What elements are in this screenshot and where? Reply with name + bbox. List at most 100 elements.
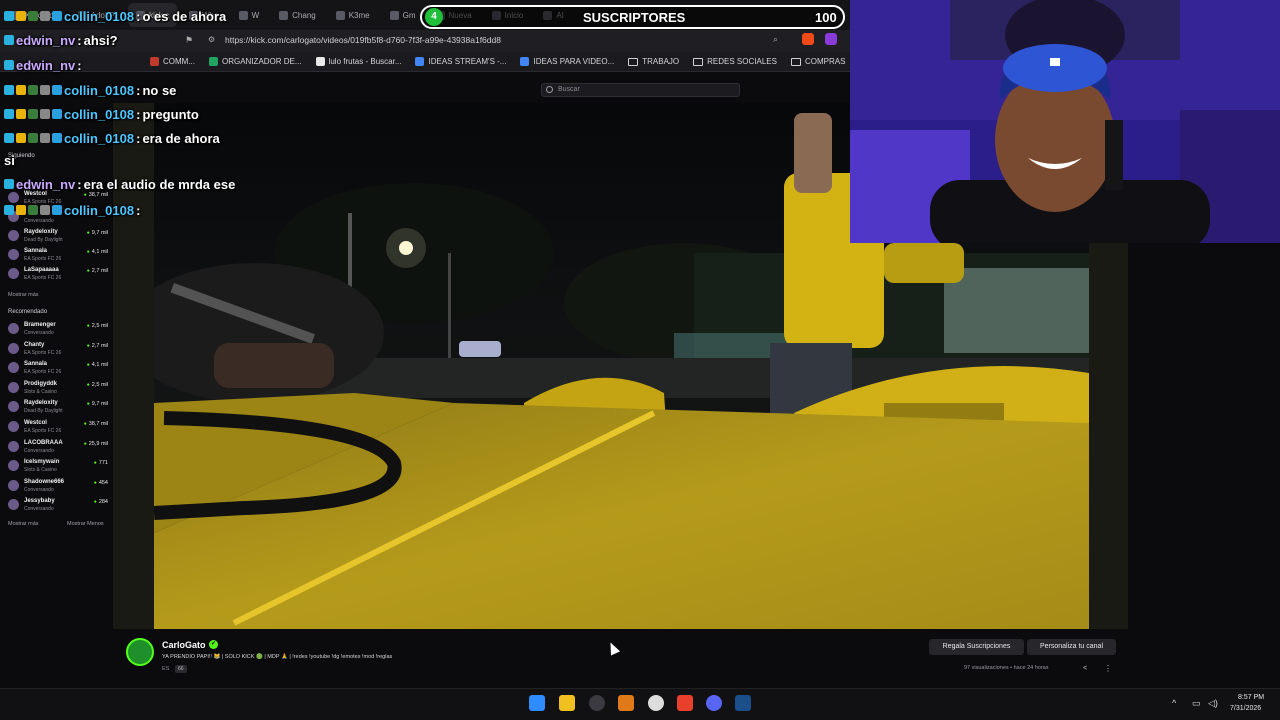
language-tag[interactable]: ES <box>162 666 169 672</box>
show-less-link[interactable]: Mostrar Menos <box>67 521 104 527</box>
channel-avatar <box>8 342 19 354</box>
show-more-link[interactable]: Mostrar más <box>8 292 39 298</box>
channel-avatar <box>8 401 19 413</box>
windows-start-icon[interactable] <box>529 695 545 711</box>
channel-avatar <box>8 230 19 241</box>
brave-shield-icon[interactable] <box>802 33 814 45</box>
sidebar-channel-item[interactable]: Westcol EA Sports FC 26 38,7 mil <box>8 419 108 437</box>
sidebar-viewer-count: 454 <box>94 480 108 486</box>
sidebar-channel-name: Sannala <box>24 361 48 368</box>
bookmark-item[interactable]: ORGANIZADOR DE... <box>209 57 302 66</box>
channel-avatar <box>8 381 19 393</box>
bookmark-item[interactable]: lulo frutas - Buscar... <box>315 57 401 66</box>
sidebar: Siguiendo Westcol EA Sports FC 26 38,7 mil C… <box>0 145 113 535</box>
browser-tab[interactable]: Whe <box>181 3 226 27</box>
browser-tab[interactable]: Chang <box>271 3 324 27</box>
bookmark-item[interactable]: COMM... <box>150 57 195 66</box>
sidebar-channel-item[interactable]: IcelsmywainSlots & Casino 771 <box>8 458 108 476</box>
browser-tab[interactable]: Kick Vids <box>4 3 66 27</box>
sidebar-channel-item[interactable]: RaydeloxityDead By Daylight9,7 mil <box>8 399 108 417</box>
gift-subs-button[interactable]: Regala Suscripciones <box>929 639 1024 655</box>
share-icon[interactable]: < <box>1083 665 1087 672</box>
sidebar-channel-item[interactable]: Westcol EA Sports FC 26 38,7 mil <box>8 190 108 208</box>
sidebar-channel-name: Icelsmywain <box>24 459 60 466</box>
sidebar-channel-item[interactable]: RaydeloxityDead By Daylight9,7 mil <box>8 228 108 246</box>
app-icon[interactable] <box>618 695 634 711</box>
sidebar-channel-item[interactable]: LaSapaaaaa EA Sports FC 26 2,7 mil <box>8 266 108 284</box>
sidebar-viewer-count: 9,7 mil <box>87 230 108 236</box>
bookmark-item[interactable]: IDEAS PARA VIDEO... <box>520 57 614 66</box>
channel-avatar <box>8 323 19 334</box>
sidebar-section-title: Recomendado <box>8 309 48 315</box>
sidebar-viewer-count: 771 <box>94 460 108 466</box>
clock-time[interactable]: 8:57 PM <box>1238 694 1264 701</box>
browser-tab[interactable]: K3me <box>328 3 378 27</box>
sidebar-channel-item[interactable]: LACOBRAAAConversando 25,9 mil <box>8 439 108 457</box>
channel-avatar <box>8 249 19 260</box>
network-icon[interactable]: ▭ <box>1192 698 1201 709</box>
sidebar-channel-item[interactable]: Bramenger Conversando 2,5 mil <box>8 321 108 339</box>
sidebar-channel-item[interactable]: ChantyEA Sports FC 26 2,7 mil <box>8 341 108 359</box>
address-bar[interactable]: ⚑ ⚙ https://kick.com/carlogato/videos/01… <box>0 30 850 52</box>
bookmark-item[interactable]: REDES SOCIALES <box>693 57 777 66</box>
channel-avatar <box>8 460 19 472</box>
bookmark-star-icon[interactable]: ⚑ <box>185 35 193 46</box>
browser-tab[interactable]: AdobFi <box>70 3 124 27</box>
bookmark-label: ORGANIZADOR DE... <box>222 57 302 66</box>
tab-favicon-icon <box>335 10 345 20</box>
sidebar-channel-category: Dead By Daylight <box>24 237 63 243</box>
sidebar-channel-name: Prodigyddk <box>24 380 58 387</box>
obs-icon[interactable] <box>589 695 605 711</box>
clock-date[interactable]: 7/31/2026 <box>1230 705 1261 712</box>
bookmark-label: COMM... <box>163 57 195 66</box>
sidebar-viewer-count: 9,7 mil <box>87 401 108 407</box>
sidebar-channel-item[interactable]: Shadowne666Conversando 454 <box>8 478 108 496</box>
sidebar-channel-item[interactable]: JessybabyConversando 284 <box>8 497 108 515</box>
channel-name[interactable]: CarloGato <box>162 640 206 650</box>
sidebar-channel-item[interactable]: SannalaEA Sports FC 264,1 mil <box>8 360 108 378</box>
tag-badge[interactable]: 66 <box>175 665 187 673</box>
bookmark-item[interactable]: IDEAS STREAM'S -... <box>415 57 506 66</box>
search-input[interactable]: Buscar <box>541 83 740 97</box>
channel-avatar <box>8 499 19 511</box>
more-options-icon[interactable]: ⋮ <box>1104 664 1112 673</box>
tray-overflow-icon[interactable]: ^ <box>1172 698 1176 708</box>
sidebar-section-title: Siguiendo <box>8 153 35 159</box>
customize-channel-button[interactable]: Personaliza tu canal <box>1027 639 1116 655</box>
zoom-icon[interactable]: ⌕ <box>773 34 778 45</box>
bookmark-item[interactable]: TRABAJO <box>628 57 679 66</box>
bookmark-item[interactable]: COMPRAS <box>790 57 846 66</box>
extension-icon[interactable] <box>825 33 837 45</box>
sub-goal-label: SUSCRIPTORES <box>583 10 686 25</box>
webcam-overlay <box>850 0 1280 243</box>
channel-avatar[interactable] <box>126 638 154 666</box>
browser-tab[interactable]: kick.c <box>128 3 178 27</box>
site-info-icon[interactable]: ⚙ <box>208 35 215 44</box>
volume-icon[interactable]: ◁) <box>1208 698 1218 709</box>
taskbar <box>0 688 1280 720</box>
show-more-link[interactable]: Mostrar más <box>8 521 39 527</box>
sidebar-channel-name: Chanty <box>24 341 45 348</box>
sidebar-channel-item[interactable]: SannalaEA Sports FC 264,1 mil <box>8 247 108 265</box>
url-text[interactable]: https://kick.com/carlogato/videos/019fb5… <box>225 35 501 45</box>
sync-icon[interactable] <box>648 695 664 711</box>
sidebar-channel-category: EA Sports FC 26 <box>24 428 62 434</box>
bookmark-label: IDEAS STREAM'S -... <box>428 57 507 66</box>
brave-browser-icon[interactable] <box>677 695 693 711</box>
sidebar-channel-category: EA Sports FC 26 <box>24 349 62 356</box>
sidebar-channel-item[interactable]: Conversando <box>8 209 108 227</box>
sidebar-channel-item[interactable]: ProdigyddkSlots & Casino 2,5 mil <box>8 380 108 398</box>
sidebar-channel-category: EA Sports FC 26 <box>24 369 62 376</box>
tab-label: Gm <box>402 10 416 20</box>
browser-tab[interactable]: W <box>231 3 268 27</box>
sidebar-channel-category: Slots & Casino <box>24 388 57 395</box>
tab-label: AdobFi <box>90 10 117 20</box>
sidebar-viewer-count: 38,7 mil <box>84 192 108 198</box>
file-explorer-icon[interactable] <box>559 695 575 711</box>
sidebar-channel-category: Conversando <box>24 218 54 224</box>
folder-icon <box>790 57 801 66</box>
bookmark-label: COMPRAS <box>804 57 846 66</box>
browser-tab[interactable]: Gm <box>382 3 424 27</box>
discord-icon[interactable] <box>706 695 722 711</box>
steam-icon[interactable] <box>735 695 751 711</box>
